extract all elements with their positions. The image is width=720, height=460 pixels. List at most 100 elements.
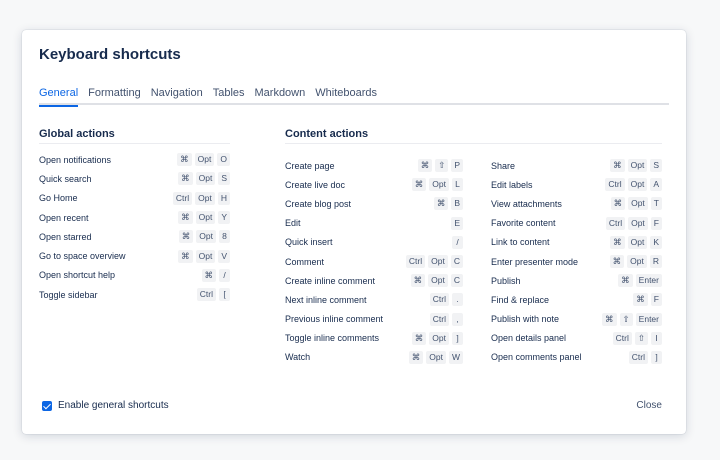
key-cap: K bbox=[650, 235, 662, 249]
tab-general[interactable]: General bbox=[39, 87, 79, 107]
shortcut-row: Toggle inline comments ⌘ Opt] bbox=[285, 329, 463, 348]
key-cap: Opt bbox=[195, 211, 216, 225]
global-actions-title: Global actions bbox=[39, 128, 230, 144]
tab-bar: General Formatting Navigation Tables Markdow… bbox=[39, 87, 669, 107]
shortcut-label: View attachments bbox=[491, 198, 562, 209]
shortcut-row: Favorite content Ctrl Opt F bbox=[491, 214, 662, 233]
shortcut-keys: ⌘ ⇧ P bbox=[417, 159, 463, 173]
key-cap: O bbox=[217, 153, 230, 167]
shortcut-keys: E bbox=[451, 216, 463, 230]
shortcut-label: Publish bbox=[491, 275, 521, 286]
key-cap: ⌘ bbox=[178, 249, 193, 263]
key-cap: Opt bbox=[196, 230, 216, 244]
shortcut-row: Go to space overview ⌘ Opt V bbox=[39, 246, 230, 265]
shortcut-keys: ⌘ Opt V bbox=[178, 249, 230, 263]
key-cap: ⌘ bbox=[417, 159, 433, 173]
shortcut-keys: ⌘ / bbox=[201, 268, 230, 282]
content-actions-title: Content actions bbox=[285, 128, 662, 144]
shortcut-row: Next inline comment Ctrl. bbox=[285, 290, 463, 309]
shortcut-keys: ⌘ Opt 8 bbox=[178, 230, 230, 244]
key-cap: C bbox=[450, 274, 463, 288]
key-cap: V bbox=[218, 249, 230, 263]
shortcut-label: Comment bbox=[285, 256, 325, 267]
checkbox-checked-icon[interactable] bbox=[42, 400, 52, 411]
tab-formatting[interactable]: Formatting bbox=[88, 87, 141, 105]
key-cap: ] bbox=[452, 331, 463, 345]
key-cap: Opt bbox=[628, 197, 648, 211]
content-actions-section: Content actions Create page ⌘ ⇧ P Create liv… bbox=[285, 128, 662, 364]
key-cap: Ctrl bbox=[429, 312, 449, 326]
close-button[interactable]: Close bbox=[636, 400, 662, 411]
key-cap: ⌘ bbox=[618, 274, 633, 288]
key-cap: ⌘ bbox=[411, 178, 427, 192]
key-cap: F bbox=[650, 216, 662, 230]
key-cap: Opt bbox=[194, 153, 215, 167]
key-cap: W bbox=[448, 350, 463, 364]
key-cap: Ctrl bbox=[612, 331, 632, 345]
shortcut-label: Previous inline comment bbox=[285, 314, 384, 325]
key-cap: L bbox=[452, 178, 463, 192]
shortcut-row: Open starred ⌘ Opt 8 bbox=[39, 227, 230, 246]
shortcut-label: Watch bbox=[285, 352, 311, 363]
key-cap: A bbox=[650, 178, 662, 192]
shortcut-keys: Ctrl Opt F bbox=[605, 216, 662, 230]
shortcut-label: Share bbox=[491, 160, 516, 171]
global-actions-list: Open notifications ⌘ Opt O Quick search ⌘ Opt S… bbox=[39, 150, 230, 304]
shortcut-keys: ⌘ Opt T bbox=[610, 197, 662, 211]
shortcut-label: Create blog post bbox=[285, 198, 352, 209]
shortcut-row: Create inline comment ⌘ Opt C bbox=[285, 271, 463, 290]
shortcut-keys: Ctrl] bbox=[628, 350, 662, 364]
keyboard-shortcuts-dialog: Keyboard shortcuts General Formatting Navi… bbox=[22, 30, 686, 434]
content-actions-left-list: Create page ⌘ ⇧ P Create live doc ⌘ Opt L Create… bbox=[285, 156, 463, 367]
shortcut-keys: ⌘ Opt K bbox=[610, 235, 662, 249]
key-cap: Opt bbox=[627, 235, 648, 249]
shortcut-label: Open notifications bbox=[39, 154, 112, 165]
shortcut-keys: / bbox=[452, 235, 463, 249]
key-cap: Ctrl bbox=[172, 191, 193, 205]
key-cap: ⌘ bbox=[408, 350, 424, 364]
shortcut-row: Open comments panel Ctrl] bbox=[491, 348, 662, 367]
shortcut-row: Link to content ⌘ Opt K bbox=[491, 233, 662, 252]
key-cap: Opt bbox=[627, 255, 647, 269]
key-cap: Ctrl bbox=[628, 350, 648, 364]
tab-markdown[interactable]: Markdown bbox=[255, 87, 306, 105]
enable-shortcuts-checkbox[interactable]: Enable general shortcuts bbox=[42, 400, 169, 411]
shortcut-label: Quick search bbox=[39, 173, 92, 184]
key-cap: Opt bbox=[195, 249, 216, 263]
key-cap: Enter bbox=[635, 274, 662, 288]
key-cap: R bbox=[649, 255, 662, 269]
key-cap: ⌘ bbox=[633, 293, 648, 307]
shortcut-keys: Ctrl Opt C bbox=[405, 255, 463, 269]
dialog-footer: Enable general shortcuts Close bbox=[42, 400, 662, 411]
shortcut-keys: ⌘ Opt S bbox=[178, 172, 230, 186]
key-cap: H bbox=[217, 191, 230, 205]
tab-whiteboards[interactable]: Whiteboards bbox=[315, 87, 377, 105]
shortcut-label: Open details panel bbox=[491, 333, 567, 344]
key-cap: ] bbox=[651, 350, 662, 364]
shortcut-row: View attachments ⌘ Opt T bbox=[491, 194, 662, 213]
key-cap: Ctrl bbox=[605, 216, 626, 230]
shortcut-row: Find & replace ⌘ F bbox=[491, 290, 662, 309]
key-cap: ⌘ bbox=[201, 268, 216, 282]
shortcut-label: Favorite content bbox=[491, 218, 556, 229]
shortcut-row: Quick insert / bbox=[285, 233, 463, 252]
key-cap: Opt bbox=[195, 172, 216, 186]
global-actions-section: Global actions Open notifications ⌘ Opt O Qu… bbox=[39, 128, 230, 304]
key-cap: ⌘ bbox=[411, 331, 427, 345]
enable-shortcuts-label: Enable general shortcuts bbox=[58, 400, 169, 411]
tab-tables[interactable]: Tables bbox=[213, 87, 245, 105]
content-actions-right-list: Share ⌘ Opt S Edit labels Ctrl Opt A View attach… bbox=[491, 156, 662, 367]
key-cap: Opt bbox=[628, 216, 648, 230]
shortcut-keys: ⌘ Enter bbox=[618, 274, 662, 288]
key-cap: P bbox=[451, 159, 463, 173]
key-cap: Opt bbox=[428, 274, 448, 288]
key-cap: Ctrl bbox=[196, 288, 216, 302]
dialog-title: Keyboard shortcuts bbox=[39, 46, 181, 63]
shortcut-keys: ⌘ Opt W bbox=[408, 350, 463, 364]
key-cap: Y bbox=[218, 211, 230, 225]
shortcut-keys: Ctrl, bbox=[429, 312, 463, 326]
shortcut-keys: ⌘ Opt R bbox=[609, 255, 662, 269]
shortcut-keys: Ctrl. bbox=[429, 293, 463, 307]
tab-navigation[interactable]: Navigation bbox=[151, 87, 203, 105]
key-cap: 8 bbox=[219, 230, 230, 244]
